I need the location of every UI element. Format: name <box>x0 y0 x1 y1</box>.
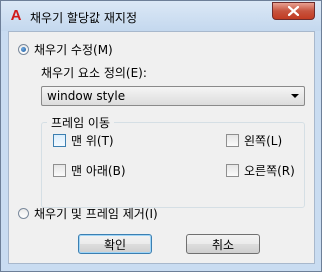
checkbox-icon <box>53 134 66 147</box>
checkbox-icon <box>53 164 66 177</box>
frame-right-label: 오른쪽(R) <box>244 164 295 178</box>
cancel-button[interactable]: 취소 <box>186 234 260 254</box>
fill-element-value: window style <box>47 89 126 103</box>
dialog-content: 채우기 수정(M) 채우기 요소 정의(E): window style 프레임… <box>8 31 315 264</box>
frame-move-title: 프레임 이동 <box>47 114 115 131</box>
fill-element-label: 채우기 요소 정의(E): <box>41 66 147 80</box>
radio-unchecked-icon <box>18 208 29 219</box>
checkbox-icon <box>226 134 239 147</box>
chevron-down-icon <box>291 94 299 98</box>
close-icon <box>288 6 299 16</box>
frame-top-checkbox[interactable]: 맨 위(T) <box>53 132 114 149</box>
fill-element-dropdown[interactable]: window style <box>41 86 305 106</box>
modify-fill-radio[interactable]: 채우기 수정(M) <box>18 41 113 58</box>
title-bar[interactable]: A 채우기 할당값 재지정 <box>1 1 321 31</box>
autocad-app-icon: A <box>10 6 22 24</box>
ok-button[interactable]: 확인 <box>78 234 152 254</box>
close-button[interactable] <box>272 2 315 20</box>
frame-top-label: 맨 위(T) <box>71 134 114 148</box>
window-title: 채우기 할당값 재지정 <box>30 11 137 25</box>
frame-left-checkbox[interactable]: 왼쪽(L) <box>226 132 282 149</box>
modify-fill-label: 채우기 수정(M) <box>34 43 113 57</box>
radio-checked-icon <box>18 44 29 55</box>
frame-bottom-label: 맨 아래(B) <box>71 164 126 178</box>
checkbox-icon <box>226 164 239 177</box>
frame-bottom-checkbox[interactable]: 맨 아래(B) <box>53 162 126 179</box>
frame-left-label: 왼쪽(L) <box>244 134 283 148</box>
remove-fill-label: 채우기 및 프레임 제거(I) <box>34 207 158 221</box>
dialog-window: A 채우기 할당값 재지정 채우기 수정(M) 채우기 요소 정의(E): wi… <box>0 0 322 272</box>
frame-right-checkbox[interactable]: 오른쪽(R) <box>226 162 295 179</box>
remove-fill-radio[interactable]: 채우기 및 프레임 제거(I) <box>18 205 158 222</box>
